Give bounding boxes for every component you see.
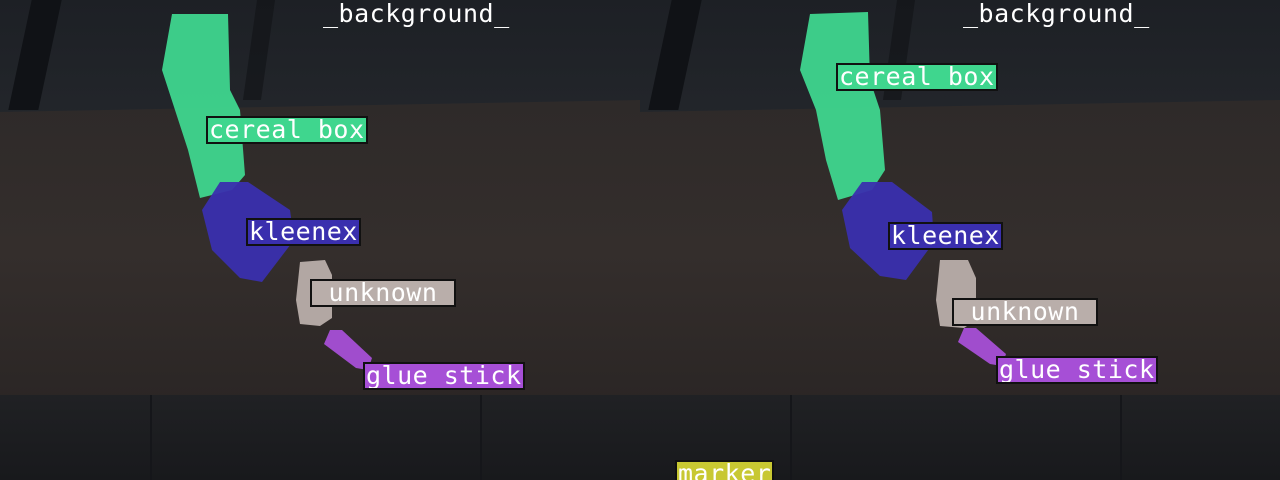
label-background: _background_	[963, 0, 1150, 28]
label-kleenex: kleenex	[888, 222, 1003, 250]
label-glue-stick: glue_stick	[996, 356, 1158, 384]
cereal-box-mask	[800, 12, 885, 200]
label-background: _background_	[323, 0, 510, 28]
cereal-box-mask	[162, 14, 245, 198]
label-cereal-box: cereal_box	[836, 63, 998, 91]
label-kleenex: kleenex	[246, 218, 361, 246]
segmentation-comparison: _background_ cereal_box kleenex _unknown…	[0, 0, 1280, 480]
label-unknown: _unknown_	[310, 279, 456, 307]
label-unknown: _unknown_	[952, 298, 1098, 326]
segmentation-panel-left: _background_ cereal_box kleenex _unknown…	[0, 0, 640, 480]
label-glue-stick: glue_stick	[363, 362, 525, 390]
label-cereal-box: cereal_box	[206, 116, 368, 144]
label-marker: marker	[675, 460, 775, 480]
segmentation-panel-right: _background_ cereal_box kleenex _unknown…	[640, 0, 1280, 480]
